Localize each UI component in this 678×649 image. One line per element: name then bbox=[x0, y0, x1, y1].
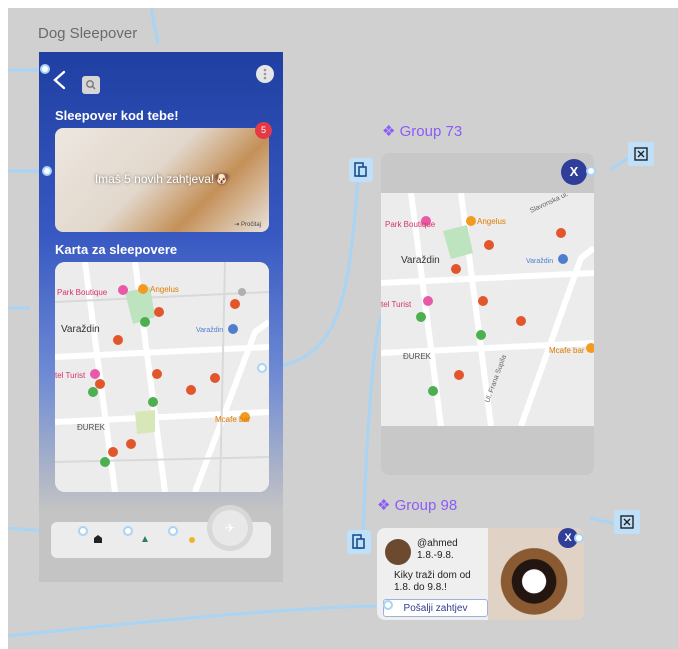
back-icon[interactable] bbox=[51, 70, 67, 90]
requests-text: Imaš 5 novih zahtjeva!🐶 bbox=[94, 172, 230, 186]
map-label: tel Turist bbox=[381, 300, 412, 309]
request-username: @ahmed bbox=[417, 538, 458, 549]
overlay-icon bbox=[354, 162, 367, 177]
map-graphic: Park Boutique Angelus Varaždin Varaždin … bbox=[381, 193, 594, 426]
requests-card[interactable]: Imaš 5 novih zahtjeva!🐶 ⇥ Pročitaj bbox=[55, 128, 269, 232]
connector-node[interactable] bbox=[257, 363, 267, 373]
request-message: Kiky traži dom od 1.8. do 9.8.! bbox=[394, 570, 471, 593]
add-button[interactable]: ✈ bbox=[212, 510, 248, 546]
map-label: Varaždin bbox=[526, 258, 553, 265]
map-label: Varaždin bbox=[196, 327, 223, 334]
map-label: Park Boutique bbox=[385, 220, 436, 229]
map-graphic: Park Boutique Angelus Varaždin Varaždin … bbox=[55, 262, 269, 492]
paw-icon: ✈ bbox=[224, 521, 236, 535]
sleepover-title: Sleepover kod tebe! bbox=[55, 108, 179, 123]
group-98-title: Group 98 bbox=[394, 497, 458, 514]
send-request-button[interactable]: Pošalji zahtjev bbox=[383, 599, 488, 617]
map-label: Mcafe bar bbox=[549, 346, 585, 355]
group-73-map[interactable]: Park Boutique Angelus Varaždin Varaždin … bbox=[381, 193, 594, 426]
map-section-title: Karta za sleepovere bbox=[55, 242, 178, 257]
map-label: Angelus bbox=[150, 285, 179, 294]
home-screen: Sleepover kod tebe! Imaš 5 novih zahtjev… bbox=[39, 52, 283, 582]
overlay-action-box[interactable] bbox=[349, 158, 373, 182]
connector-node[interactable] bbox=[123, 526, 133, 536]
overlay-icon bbox=[352, 534, 365, 549]
map-label: ĐUREK bbox=[77, 423, 106, 432]
map-label: Angelus bbox=[477, 217, 506, 226]
map-label: tel Turist bbox=[55, 371, 86, 380]
close-square-icon bbox=[620, 515, 634, 529]
connector-node[interactable] bbox=[383, 600, 393, 610]
home-tab-icon[interactable] bbox=[93, 534, 103, 544]
connector-node[interactable] bbox=[574, 533, 584, 543]
prototype-canvas: Dog Sleepover Sleepover kod tebe! Imaš 5… bbox=[8, 8, 678, 649]
group-73-title: Group 73 bbox=[399, 123, 463, 140]
group-98-label: ❖ Group 98 bbox=[377, 497, 458, 514]
connector-node[interactable] bbox=[42, 166, 52, 176]
connector-node[interactable] bbox=[78, 526, 88, 536]
read-link[interactable]: ⇥ Pročitaj bbox=[234, 221, 261, 228]
paw-tab-icon[interactable] bbox=[187, 534, 197, 544]
map-label: Mcafe bar bbox=[215, 415, 251, 424]
request-card: @ahmed 1.8.-9.8. Kiky traži dom od 1.8. … bbox=[377, 528, 584, 620]
group-73-label: ❖ Group 73 bbox=[382, 123, 463, 140]
connector-node[interactable] bbox=[168, 526, 178, 536]
kebab-menu-icon bbox=[263, 68, 267, 80]
map-label: Varaždin bbox=[61, 324, 100, 335]
search-button[interactable] bbox=[82, 76, 100, 94]
close-action-box[interactable] bbox=[614, 510, 640, 534]
connector-node[interactable] bbox=[586, 166, 596, 176]
request-dates: 1.8.-9.8. bbox=[417, 550, 454, 561]
more-options-button[interactable] bbox=[256, 65, 274, 83]
notification-badge: 5 bbox=[255, 122, 272, 139]
search-icon bbox=[86, 80, 96, 90]
close-action-box[interactable] bbox=[628, 142, 654, 166]
map-label: ĐUREK bbox=[403, 352, 432, 361]
map-tab-icon[interactable] bbox=[141, 534, 151, 544]
connector-node[interactable] bbox=[40, 64, 50, 74]
map-label: Park Boutique bbox=[57, 288, 108, 297]
group-73-overlay: Park Boutique Angelus Varaždin Varaždin … bbox=[381, 153, 594, 475]
frame-title: Dog Sleepover bbox=[38, 25, 138, 42]
overlay-action-box[interactable] bbox=[347, 530, 371, 554]
map-label: Varaždin bbox=[401, 255, 440, 266]
sleepover-map[interactable]: Park Boutique Angelus Varaždin Varaždin … bbox=[55, 262, 269, 492]
close-square-icon bbox=[634, 147, 648, 161]
group-73-close-button[interactable]: X bbox=[561, 159, 587, 185]
avatar bbox=[385, 539, 411, 565]
